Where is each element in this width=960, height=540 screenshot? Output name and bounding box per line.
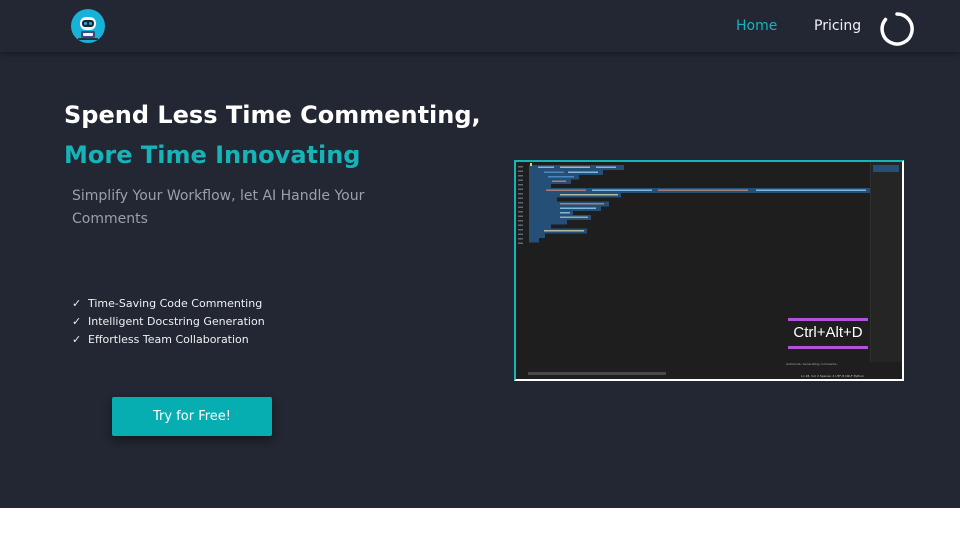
feature-list: ✓ Time-Saving Code Commenting ✓ Intelligen… bbox=[72, 295, 265, 349]
hero-subtitle: Simplify Your Workflow, let AI Handle Yo… bbox=[72, 188, 365, 227]
nav-link-pricing[interactable]: Pricing bbox=[814, 17, 861, 35]
feature-item: ✓ Time-Saving Code Commenting bbox=[72, 295, 265, 313]
check-icon: ✓ bbox=[72, 333, 82, 346]
shortcut-underline-bottom bbox=[788, 346, 868, 349]
navbar: Home Pricing bbox=[0, 0, 960, 52]
shortcut-badge: Ctrl+Alt+D bbox=[786, 318, 870, 350]
nav-link-home[interactable]: Home bbox=[736, 17, 777, 35]
feature-item: ✓ Intelligent Docstring Generation bbox=[72, 313, 265, 331]
shortcut-underline-top bbox=[788, 318, 868, 321]
horizontal-scrollbar[interactable] bbox=[528, 372, 666, 375]
hero-title-accent: More Time Innovating bbox=[64, 141, 361, 169]
hero-title: Spend Less Time Commenting, bbox=[64, 101, 481, 129]
loading-spinner-icon bbox=[880, 12, 914, 46]
feature-label: Intelligent Docstring Generation bbox=[88, 315, 265, 328]
check-icon: ✓ bbox=[72, 315, 82, 328]
editor-statusbar: Ln 18, Col 2 Spaces: 4 UTF-8 CRLF Python bbox=[801, 374, 864, 378]
check-icon: ✓ bbox=[72, 297, 82, 310]
try-for-free-button[interactable]: Try for Free! bbox=[112, 397, 272, 436]
next-section bbox=[0, 508, 960, 540]
editor-preview: Ctrl+Alt+D AutoCode: Generating comments… bbox=[514, 160, 904, 381]
shortcut-label: Ctrl+Alt+D bbox=[793, 324, 863, 341]
minimap-selection bbox=[873, 165, 899, 172]
robot-logo-icon[interactable] bbox=[70, 8, 106, 44]
feature-label: Effortless Team Collaboration bbox=[88, 333, 249, 346]
feature-item: ✓ Effortless Team Collaboration bbox=[72, 331, 265, 349]
editor-minimap bbox=[870, 162, 902, 362]
feature-label: Time-Saving Code Commenting bbox=[88, 297, 263, 310]
editor-notification: AutoCode: Generating comments... bbox=[786, 362, 840, 366]
